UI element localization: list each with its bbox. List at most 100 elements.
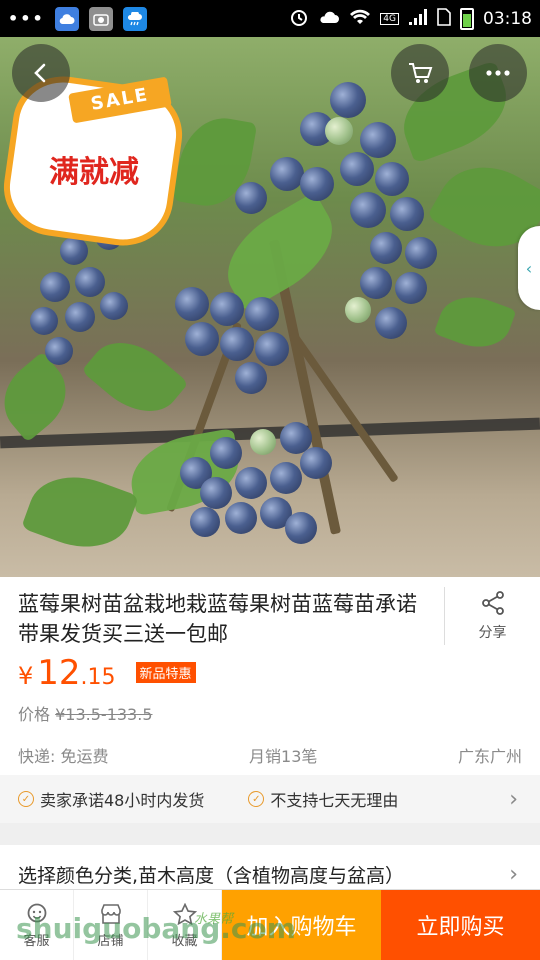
more-dots-icon (486, 70, 510, 76)
cart-button[interactable] (391, 44, 449, 102)
berry-shape (345, 297, 371, 323)
product-detail-page: ••• 4G 03:18 SALE 满就减 ‹ 蓝莓果树苗盆栽地栽蓝莓果树苗蓝莓… (0, 0, 540, 960)
berry-shape (75, 267, 105, 297)
original-price: 价格 ¥13.5-133.5 (18, 701, 153, 725)
berry-shape (220, 327, 254, 361)
product-image-carousel[interactable]: SALE 满就减 (0, 37, 540, 577)
berry-shape (360, 122, 396, 158)
side-drawer-tab[interactable]: ‹ (518, 226, 540, 310)
berry-shape (235, 467, 267, 499)
status-time: 03:18 (483, 8, 532, 29)
service-promises[interactable]: ✓ 卖家承诺48小时内发货 ✓ 不支持七天无理由 › (0, 775, 540, 823)
berry-shape (270, 462, 302, 494)
berry-shape (100, 292, 128, 320)
berry-shape (210, 292, 244, 326)
check-circle-icon: ✓ (248, 791, 265, 807)
berry-shape (375, 307, 407, 339)
share-button[interactable]: 分享 (444, 587, 540, 645)
promise-item: ✓ 不支持七天无理由 (248, 787, 398, 811)
original-price-value: ¥13.5-133.5 (55, 705, 153, 724)
overflow-dots-icon: ••• (8, 9, 45, 28)
berry-shape (210, 437, 242, 469)
chevron-right-icon: › (509, 861, 518, 887)
berry-shape (325, 117, 353, 145)
weather-app-icon (122, 6, 147, 31)
alarm-icon (289, 7, 309, 31)
customer-service-button[interactable]: 客服 (0, 890, 74, 960)
berry-shape (300, 167, 334, 201)
monthly-sales: 月销13笔 (249, 747, 318, 766)
sale-badge: SALE 满就减 (0, 69, 189, 253)
meta-row: 快递: 免运费 月销13笔 广东广州 (18, 743, 522, 767)
sim-icon (437, 7, 451, 30)
chevron-left-icon (34, 63, 46, 83)
berry-shape (65, 302, 95, 332)
berry-shape (60, 237, 88, 265)
more-button[interactable] (469, 44, 527, 102)
berry-shape (285, 512, 317, 544)
status-bar: ••• 4G 03:18 (0, 0, 540, 37)
berry-shape (40, 272, 70, 302)
berry-shape (340, 152, 374, 186)
shop-button[interactable]: 店铺 (74, 890, 148, 960)
berry-shape (375, 162, 409, 196)
chevron-left-icon: ‹ (525, 258, 533, 278)
star-icon (172, 902, 198, 926)
price-decimal: .15 (80, 665, 116, 690)
berry-shape (235, 362, 267, 394)
price-row: ¥ 12 .15 新品特惠 (18, 653, 196, 693)
check-circle-icon: ✓ (18, 791, 34, 807)
berry-shape (190, 507, 220, 537)
back-button[interactable] (12, 44, 70, 102)
weather-icon (318, 9, 340, 29)
network-type-label: 4G (380, 12, 399, 25)
wifi-icon (349, 8, 371, 30)
status-right: 4G 03:18 (289, 7, 532, 31)
chat-face-icon (24, 902, 50, 926)
share-label: 分享 (478, 625, 507, 641)
buy-now-button[interactable]: 立即购买 (381, 890, 540, 960)
shop-label: 店铺 (97, 933, 124, 949)
berry-shape (45, 337, 73, 365)
battery-icon (460, 7, 474, 30)
berry-shape (360, 267, 392, 299)
berry-shape (225, 502, 257, 534)
berry-shape (245, 297, 279, 331)
chevron-right-icon: › (509, 786, 518, 812)
add-to-cart-button[interactable]: 加入购物车 (222, 890, 381, 960)
share-icon (481, 591, 504, 615)
berry-shape (300, 447, 332, 479)
berry-shape (30, 307, 58, 335)
berry-shape (405, 237, 437, 269)
promise-text: 卖家承诺48小时内发货 (40, 791, 205, 810)
bottom-action-bar: 客服 店铺 收藏 加入购物车 立即购买 (0, 889, 540, 960)
berry-shape (395, 272, 427, 304)
leaf-shape (21, 462, 139, 562)
original-price-label: 价格 (18, 705, 51, 724)
berry-shape (200, 477, 232, 509)
berry-shape (390, 197, 424, 231)
new-product-badge: 新品特惠 (135, 662, 196, 683)
seller-location: 广东广州 (457, 747, 522, 766)
screenshot-icon (88, 6, 113, 31)
signal-icon (408, 8, 428, 30)
berry-shape (270, 157, 304, 191)
berry-shape (175, 287, 209, 321)
favorite-label: 收藏 (171, 933, 198, 949)
promise-item: ✓ 卖家承诺48小时内发货 (18, 787, 204, 811)
product-title: 蓝莓果树苗盆栽地栽蓝莓果树苗蓝莓苗承诺带果发货买三送一包邮 (18, 592, 417, 646)
customer-service-label: 客服 (23, 933, 50, 949)
promise-text: 不支持七天无理由 (270, 791, 399, 810)
leaf-shape (81, 325, 189, 429)
leaf-shape (0, 351, 82, 443)
berry-shape (370, 232, 402, 264)
product-info: 蓝莓果树苗盆栽地栽蓝莓果树苗蓝莓苗承诺带果发货买三送一包邮 分享 ¥ 12 .1… (0, 577, 540, 775)
shop-icon (98, 902, 124, 926)
berry-shape (185, 322, 219, 356)
badge-text: 满就减 (49, 155, 139, 190)
berry-shape (250, 429, 276, 455)
berry-shape (330, 82, 366, 118)
cart-icon (409, 63, 433, 83)
price-integer: 12 (37, 653, 81, 693)
favorite-button[interactable]: 收藏 (148, 890, 222, 960)
